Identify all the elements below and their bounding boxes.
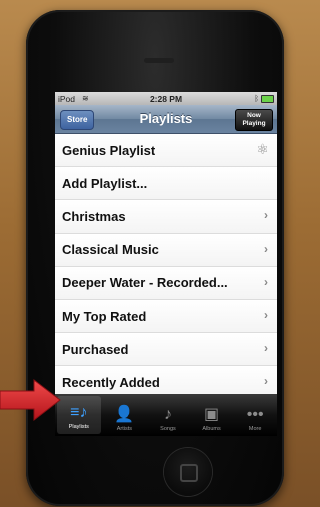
list-item-deeper-water[interactable]: Deeper Water - Recorded... › <box>55 266 277 300</box>
list-item-purchased[interactable]: Purchased › <box>55 333 277 367</box>
playlist-list: Genius Playlist ⚛ Add Playlist... Christ… <box>55 134 277 400</box>
tab-label: Songs <box>160 426 176 432</box>
chevron-right-icon: › <box>264 341 268 356</box>
genius-icon: ⚛ <box>256 141 269 157</box>
list-item-genius-playlist[interactable]: Genius Playlist ⚛ <box>55 134 277 168</box>
albums-icon: ▣ <box>204 406 220 423</box>
playlists-icon: ≡♪ <box>70 404 88 421</box>
list-item-label: My Top Rated <box>62 308 147 324</box>
tab-label: More <box>248 426 262 432</box>
tab-albums[interactable]: ▣ Albums <box>190 394 234 436</box>
tab-more[interactable]: ••• More <box>233 394 277 436</box>
list-item-label: Purchased <box>62 341 129 357</box>
now-playing-label-line2: Playing <box>242 120 266 127</box>
chevron-right-icon: › <box>264 241 268 256</box>
list-item-my-top-rated[interactable]: My Top Rated › <box>55 299 277 334</box>
tab-songs[interactable]: ♪ Songs <box>146 394 190 436</box>
tab-playlists[interactable]: ≡♪ Playlists <box>57 396 101 434</box>
list-item-christmas[interactable]: Christmas › <box>55 200 277 234</box>
songs-icon: ♪ <box>163 406 172 423</box>
artists-icon: 👤 <box>114 406 135 423</box>
home-button[interactable] <box>164 448 212 496</box>
chevron-right-icon: › <box>264 208 268 223</box>
now-playing-label-line1: Now <box>247 112 261 119</box>
battery-icon <box>261 95 274 103</box>
list-item-label: Deeper Water - Recorded... <box>62 275 228 291</box>
bluetooth-icon: ᛒ <box>254 94 259 103</box>
list-item-classical-music[interactable]: Classical Music › <box>55 233 277 267</box>
list-item-label: Recently Added <box>62 374 160 390</box>
chevron-right-icon: › <box>264 307 268 322</box>
navigation-bar: Store Playlists Now Playing <box>55 105 277 134</box>
chevron-right-icon: › <box>264 274 268 289</box>
screen: iPod ≋ 2:28 PM ᛒ Store Playlists Now Pla… <box>55 92 277 436</box>
list-item-label: Add Playlist... <box>62 175 148 191</box>
status-time: 2:28 PM <box>149 93 183 104</box>
list-item-label: Christmas <box>62 208 126 224</box>
list-item-label: Classical Music <box>62 242 159 258</box>
tab-artists[interactable]: 👤 Artists <box>103 394 147 436</box>
red-arrow-icon <box>0 378 61 422</box>
speaker-grille <box>144 58 174 63</box>
tab-label: Artists <box>116 426 133 432</box>
list-item-label: Genius Playlist <box>62 142 156 158</box>
home-square-icon <box>180 464 198 482</box>
status-bar: iPod ≋ 2:28 PM ᛒ <box>55 92 277 105</box>
list-item-add-playlist[interactable]: Add Playlist... <box>55 167 277 201</box>
chevron-right-icon: › <box>264 374 268 389</box>
tab-bar: ≡♪ Playlists 👤 Artists ♪ Songs ▣ Albums … <box>55 394 277 436</box>
tab-label: Playlists <box>68 424 89 430</box>
tab-label: Albums <box>202 426 221 432</box>
more-icon: ••• <box>246 406 264 423</box>
now-playing-button[interactable]: Now Playing <box>235 109 273 131</box>
